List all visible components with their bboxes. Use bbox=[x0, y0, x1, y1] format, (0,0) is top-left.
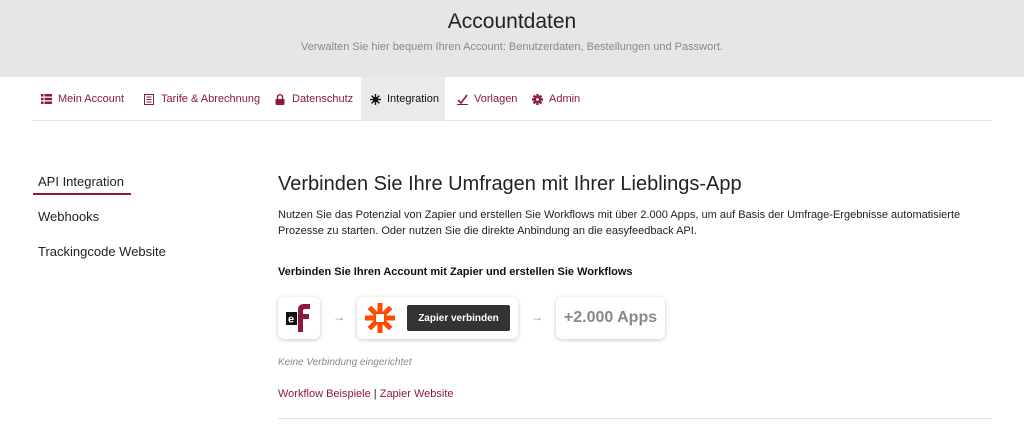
zapier-website-link[interactable]: Zapier Website bbox=[380, 388, 454, 400]
document-icon bbox=[143, 93, 155, 105]
tab-bar: Mein Account Tarife & Abrechnung Datensc… bbox=[32, 77, 992, 121]
link-row: Workflow Beispiele | Zapier Website bbox=[278, 388, 454, 400]
svg-text:e: e bbox=[288, 314, 294, 326]
divider bbox=[278, 418, 992, 419]
tab-integration[interactable]: Integration bbox=[361, 77, 445, 121]
page-header: Accountdaten Verwalten Sie hier bequem I… bbox=[0, 0, 1024, 77]
tab-vorlagen[interactable]: Vorlagen bbox=[456, 77, 517, 121]
apps-count: +2.000 Apps bbox=[563, 309, 658, 326]
arrow-right-icon: → bbox=[333, 310, 345, 324]
connection-status: Keine Verbindung eingerichtet bbox=[278, 357, 412, 368]
easyfeedback-logo-card: e bbox=[278, 297, 320, 339]
zapier-connect-button[interactable]: Zapier verbinden bbox=[407, 305, 510, 331]
easyfeedback-logo-icon: e bbox=[286, 304, 310, 332]
tab-label: Mein Account bbox=[58, 93, 125, 105]
sidebar-item-trackingcode-website[interactable]: Trackingcode Website bbox=[38, 244, 166, 259]
zapier-section-title: Verbinden Sie Ihren Account mit Zapier u… bbox=[278, 266, 633, 278]
tab-mein-account[interactable]: Mein Account bbox=[40, 77, 124, 121]
gear-icon bbox=[369, 93, 381, 105]
section-description: Nutzen Sie das Potenzial von Zapier und … bbox=[278, 209, 961, 237]
sidebar-item-api-integration[interactable]: API Integration bbox=[38, 174, 124, 189]
tab-label: Vorlagen bbox=[474, 93, 518, 105]
tab-tarife-abrechnung[interactable]: Tarife & Abrechnung bbox=[143, 77, 260, 121]
tab-label: Admin bbox=[549, 93, 581, 105]
arrow-right-icon: → bbox=[531, 310, 543, 324]
active-indicator bbox=[33, 193, 131, 195]
tab-admin[interactable]: Admin bbox=[531, 77, 580, 121]
cog-icon bbox=[531, 93, 543, 105]
section-heading: Verbinden Sie Ihre Umfragen mit Ihrer Li… bbox=[278, 173, 742, 195]
list-icon bbox=[40, 93, 52, 105]
page-subtitle: Verwalten Sie hier bequem Ihren Account:… bbox=[301, 41, 723, 53]
template-icon bbox=[456, 93, 468, 105]
page-title: Accountdaten bbox=[447, 10, 577, 33]
workflow-examples-link[interactable]: Workflow Beispiele bbox=[278, 388, 371, 400]
tab-datenschutz[interactable]: Datenschutz bbox=[274, 77, 353, 121]
tab-label: Integration bbox=[387, 93, 439, 105]
sidebar-item-webhooks[interactable]: Webhooks bbox=[38, 209, 99, 224]
lock-icon bbox=[274, 93, 286, 105]
tab-label: Datenschutz bbox=[292, 93, 354, 105]
zapier-logo-icon bbox=[365, 303, 395, 333]
tab-label: Tarife & Abrechnung bbox=[161, 93, 261, 105]
